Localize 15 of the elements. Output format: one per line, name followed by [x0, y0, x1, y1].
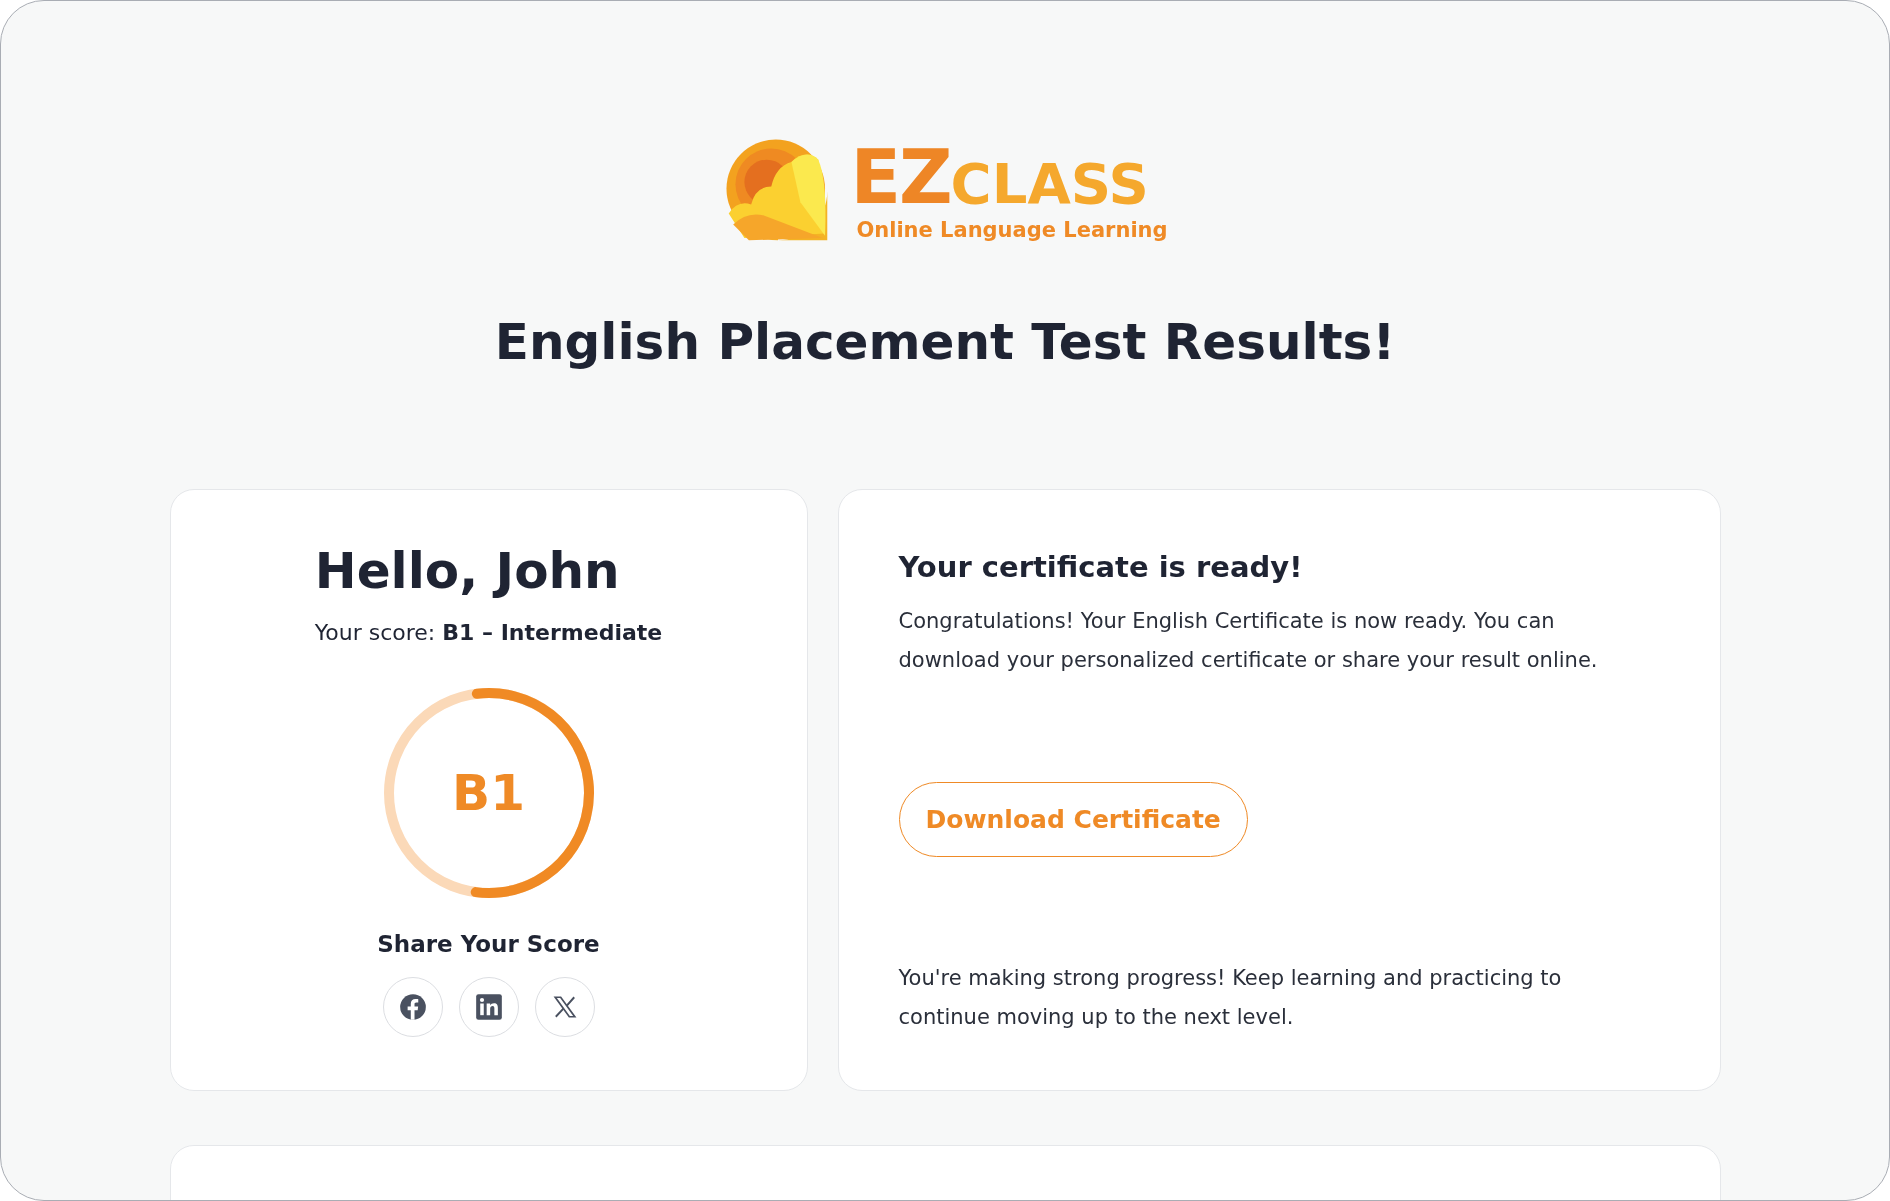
certificate-message: Congratulations! Your English Certificate is now ready. You can download your personalized certificate or share your result online.	[898, 608, 1599, 674]
logo-wordmark-secondary: CLASS	[950, 151, 1149, 216]
page-title: English Placement Test Results!	[494, 313, 1396, 371]
certificate-title: Your certificate is ready!	[898, 550, 1303, 584]
level-code: B1	[452, 764, 525, 822]
linkedin-icon	[474, 993, 503, 1021]
score-text: Your score: B1 – Intermediate	[314, 620, 663, 645]
progress-message: You're making strong progress! Keep learning and practicing to continue moving up to the next level.	[898, 965, 1563, 1031]
logo-wordmark: EZ	[850, 134, 951, 220]
greeting: Hello, John	[314, 542, 621, 600]
download-certificate-button[interactable]: Download Certificate	[898, 782, 1248, 857]
x-icon	[551, 994, 578, 1020]
facebook-icon	[398, 993, 427, 1021]
logo-tagline: Online Language Learning	[856, 218, 1168, 242]
share-heading: Share Your Score	[377, 931, 600, 957]
